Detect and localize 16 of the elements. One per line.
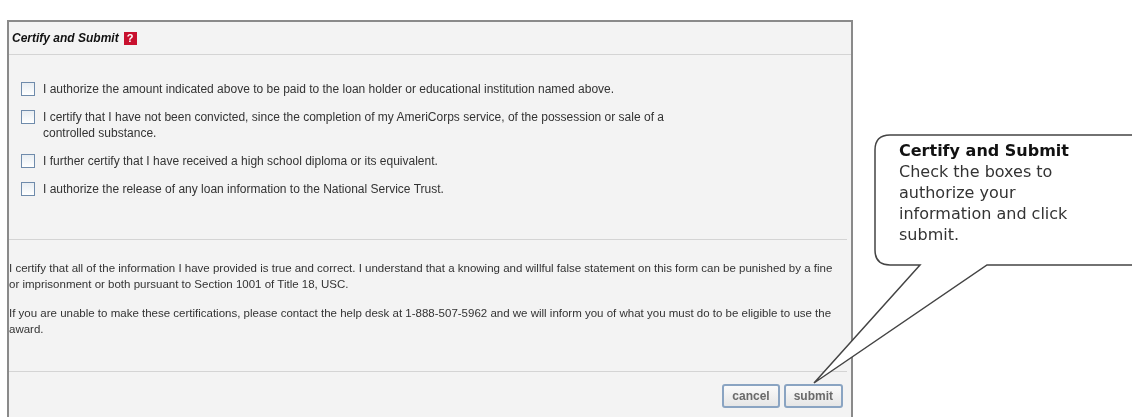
callout-text: Check the boxes to authorize your information and click submit.: [899, 161, 1069, 245]
cancel-button[interactable]: cancel: [722, 384, 780, 408]
checkbox-label: I further certify that I have received a high school diploma or its equivalent.: [43, 153, 438, 169]
statement-paragraph: I certify that all of the information I have provided is true and correct. I understand that a knowing and willful false statement on this form can be punished by a fine or imprisonment or both pursuant to Section 1001 of Title 18, USC.: [9, 261, 834, 292]
checkbox-label: I authorize the amount indicated above to be paid to the loan holder or educational institution named above.: [43, 81, 615, 97]
checkbox[interactable]: [21, 154, 35, 168]
checkbox-label: I certify that I have not been convicted, since the completion of my AmeriCorps service, of the possession or sale of a controlled substance.: [43, 109, 665, 141]
statement-paragraph: If you are unable to make these certifications, please contact the help desk at 1-888-507-5962 and we will inform you of what you must do to be eligible to use the award.: [9, 306, 833, 337]
section-title: Certify and Submit: [12, 31, 119, 45]
checkbox-label: I authorize the release of any loan information to the National Service Trust.: [43, 181, 444, 197]
checkbox[interactable]: [21, 110, 35, 124]
help-icon[interactable]: ?: [123, 31, 137, 45]
checkbox[interactable]: [21, 82, 35, 96]
callout-title: Certify and Submit: [899, 140, 1070, 161]
submit-button[interactable]: submit: [783, 384, 843, 408]
checkbox[interactable]: [21, 182, 35, 196]
